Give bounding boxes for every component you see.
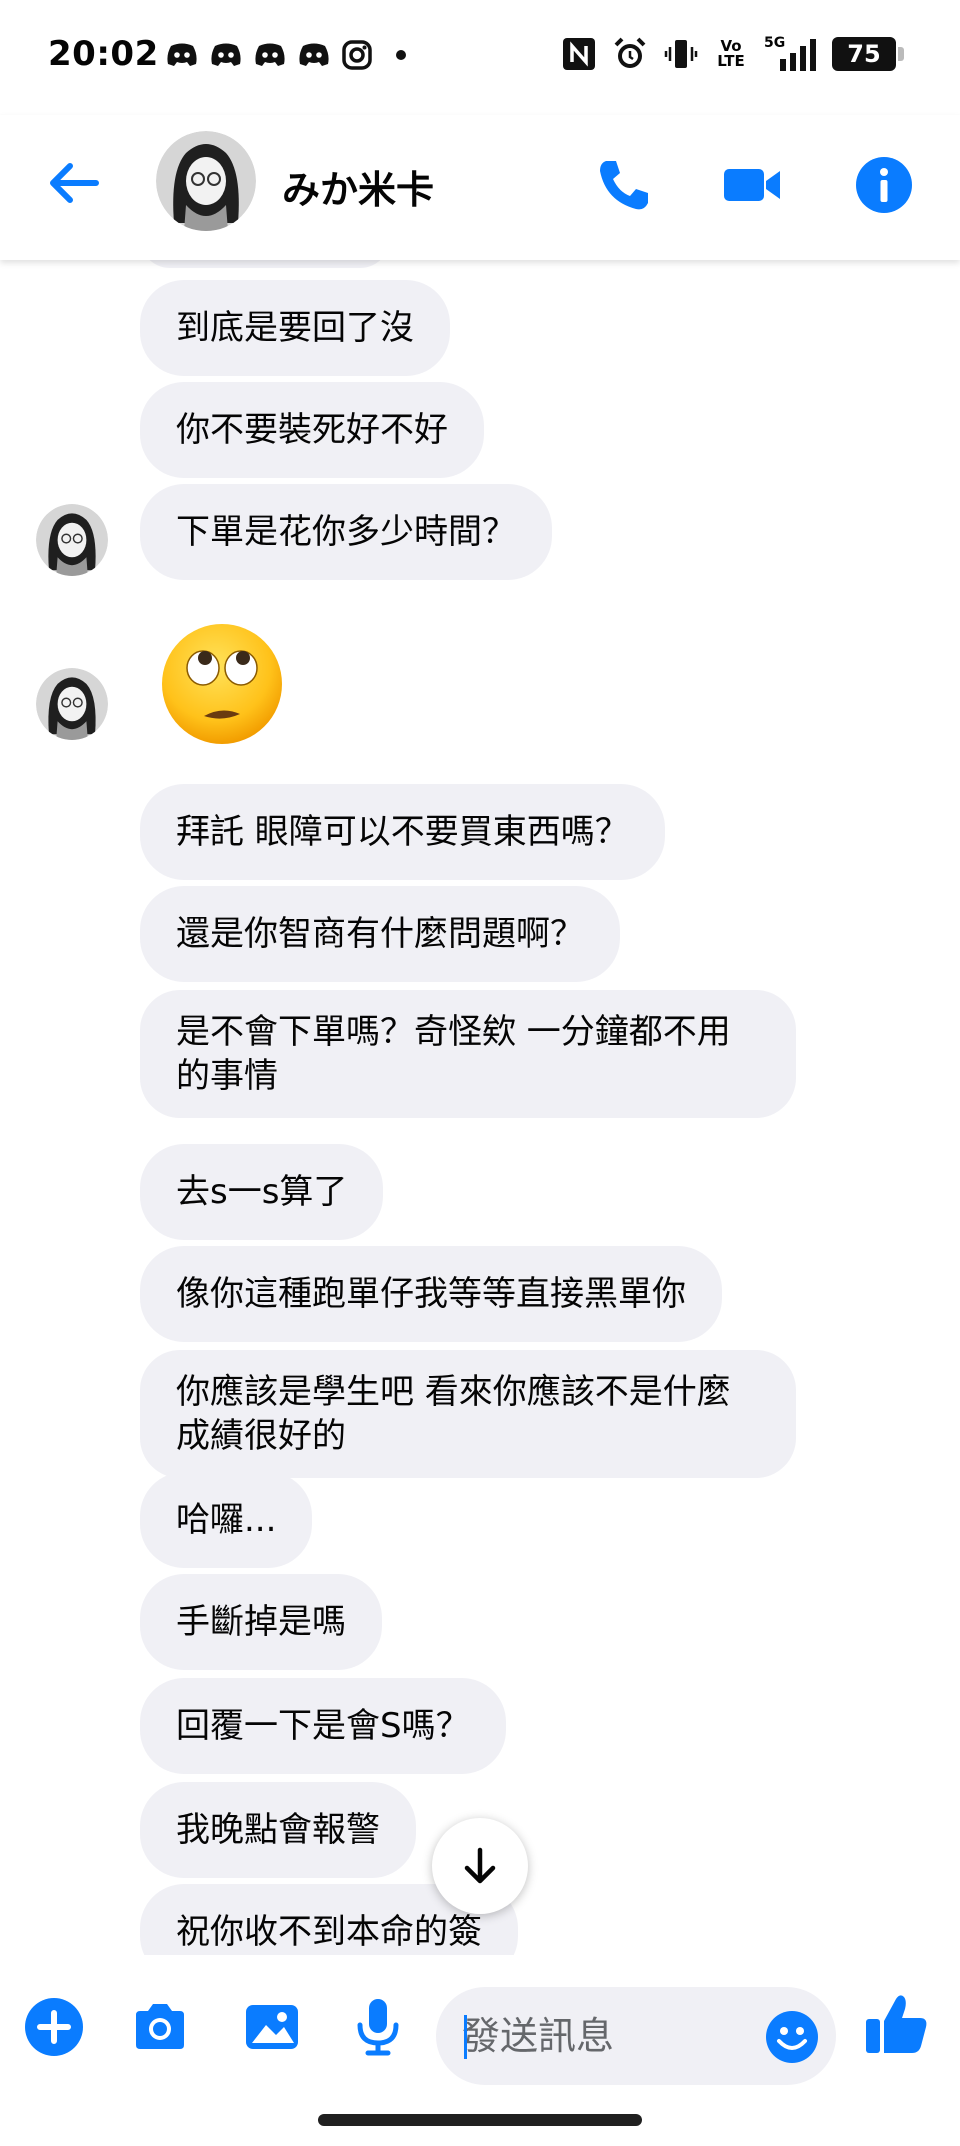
battery-level: 75 [847, 40, 881, 68]
message-bubble[interactable]: 下單是花你多少時間？ [140, 484, 552, 580]
message-list[interactable]: 到底是要回了沒 你不要裝死好不好 下單是花你多少時間？ 拜託 眼障可以不要買東西… [0, 260, 960, 1955]
plus-icon[interactable] [22, 1995, 86, 2059]
eye-roll-emoji[interactable] [160, 622, 284, 746]
message-bubble[interactable]: 到底是要回了沒 [140, 280, 450, 376]
text-cursor [464, 2015, 467, 2059]
contact-avatar[interactable] [156, 131, 256, 231]
message-input[interactable] [462, 1987, 762, 2085]
discord-icon [299, 43, 329, 66]
dot-icon [396, 50, 406, 60]
discord-icon [211, 43, 241, 66]
emoji-icon[interactable] [764, 2009, 820, 2065]
message-bubble[interactable]: 手斷掉是嗎 [140, 1574, 382, 1670]
gallery-icon[interactable] [240, 1995, 304, 2059]
home-indicator[interactable] [318, 2114, 642, 2126]
scroll-to-bottom-button[interactable] [432, 1818, 528, 1914]
notification-icons [166, 40, 408, 70]
message-bubble[interactable]: 我晚點會報警 [140, 1782, 416, 1878]
discord-icon [255, 43, 285, 66]
arrow-down-icon [464, 1847, 496, 1884]
vibrate-icon [664, 40, 698, 68]
volte-icon: Vo LTE [717, 37, 745, 70]
back-arrow-icon[interactable] [44, 153, 104, 213]
message-bubble[interactable]: 拜託 眼障可以不要買東西嗎？ [140, 784, 665, 880]
message-bubble[interactable]: 像你這種跑單仔我等等直接黑單你 [140, 1246, 722, 1342]
status-time: 20:02 [48, 34, 159, 74]
message-bubble[interactable]: 是不會下單嗎？奇怪欸 一分鐘都不用的事情 [140, 990, 796, 1118]
video-call-icon[interactable] [720, 153, 784, 217]
system-indicators: Vo LTE 5G 75 [562, 35, 904, 72]
message-bubble[interactable]: 回覆一下是會S嗎？ [140, 1678, 506, 1774]
message-bubble[interactable]: 你不要裝死好不好 [140, 382, 484, 478]
status-bar: 20:02 Vo LTE 5G 75 [0, 0, 960, 115]
camera-icon[interactable] [128, 1995, 192, 2059]
message-bubble[interactable]: 去s一s算了 [140, 1144, 384, 1240]
nfc-icon [563, 38, 595, 70]
instagram-icon [342, 40, 372, 70]
thumbs-up-icon[interactable] [862, 1991, 930, 2059]
phone-icon[interactable] [592, 153, 656, 217]
discord-icon [167, 43, 197, 66]
message-bubble[interactable]: 還是你智商有什麼問題啊？ [140, 886, 620, 982]
sender-avatar[interactable] [36, 504, 108, 576]
sender-avatar[interactable] [36, 668, 108, 740]
signal-5g-icon: 5G [764, 35, 816, 71]
message-bubble[interactable]: 哈囉... [140, 1472, 313, 1568]
message-input-container[interactable] [436, 1987, 836, 2085]
info-icon[interactable] [852, 153, 916, 217]
battery-icon: 75 [832, 37, 904, 71]
microphone-icon[interactable] [346, 1995, 410, 2059]
message-composer [0, 1955, 960, 2146]
conversation-header: みか米卡 [0, 115, 960, 260]
message-bubble-clipped [140, 260, 390, 268]
contact-name[interactable]: みか米卡 [282, 159, 434, 214]
message-bubble[interactable]: 你應該是學生吧 看來你應該不是什麼成績很好的 [140, 1350, 796, 1478]
alarm-icon [614, 37, 646, 68]
